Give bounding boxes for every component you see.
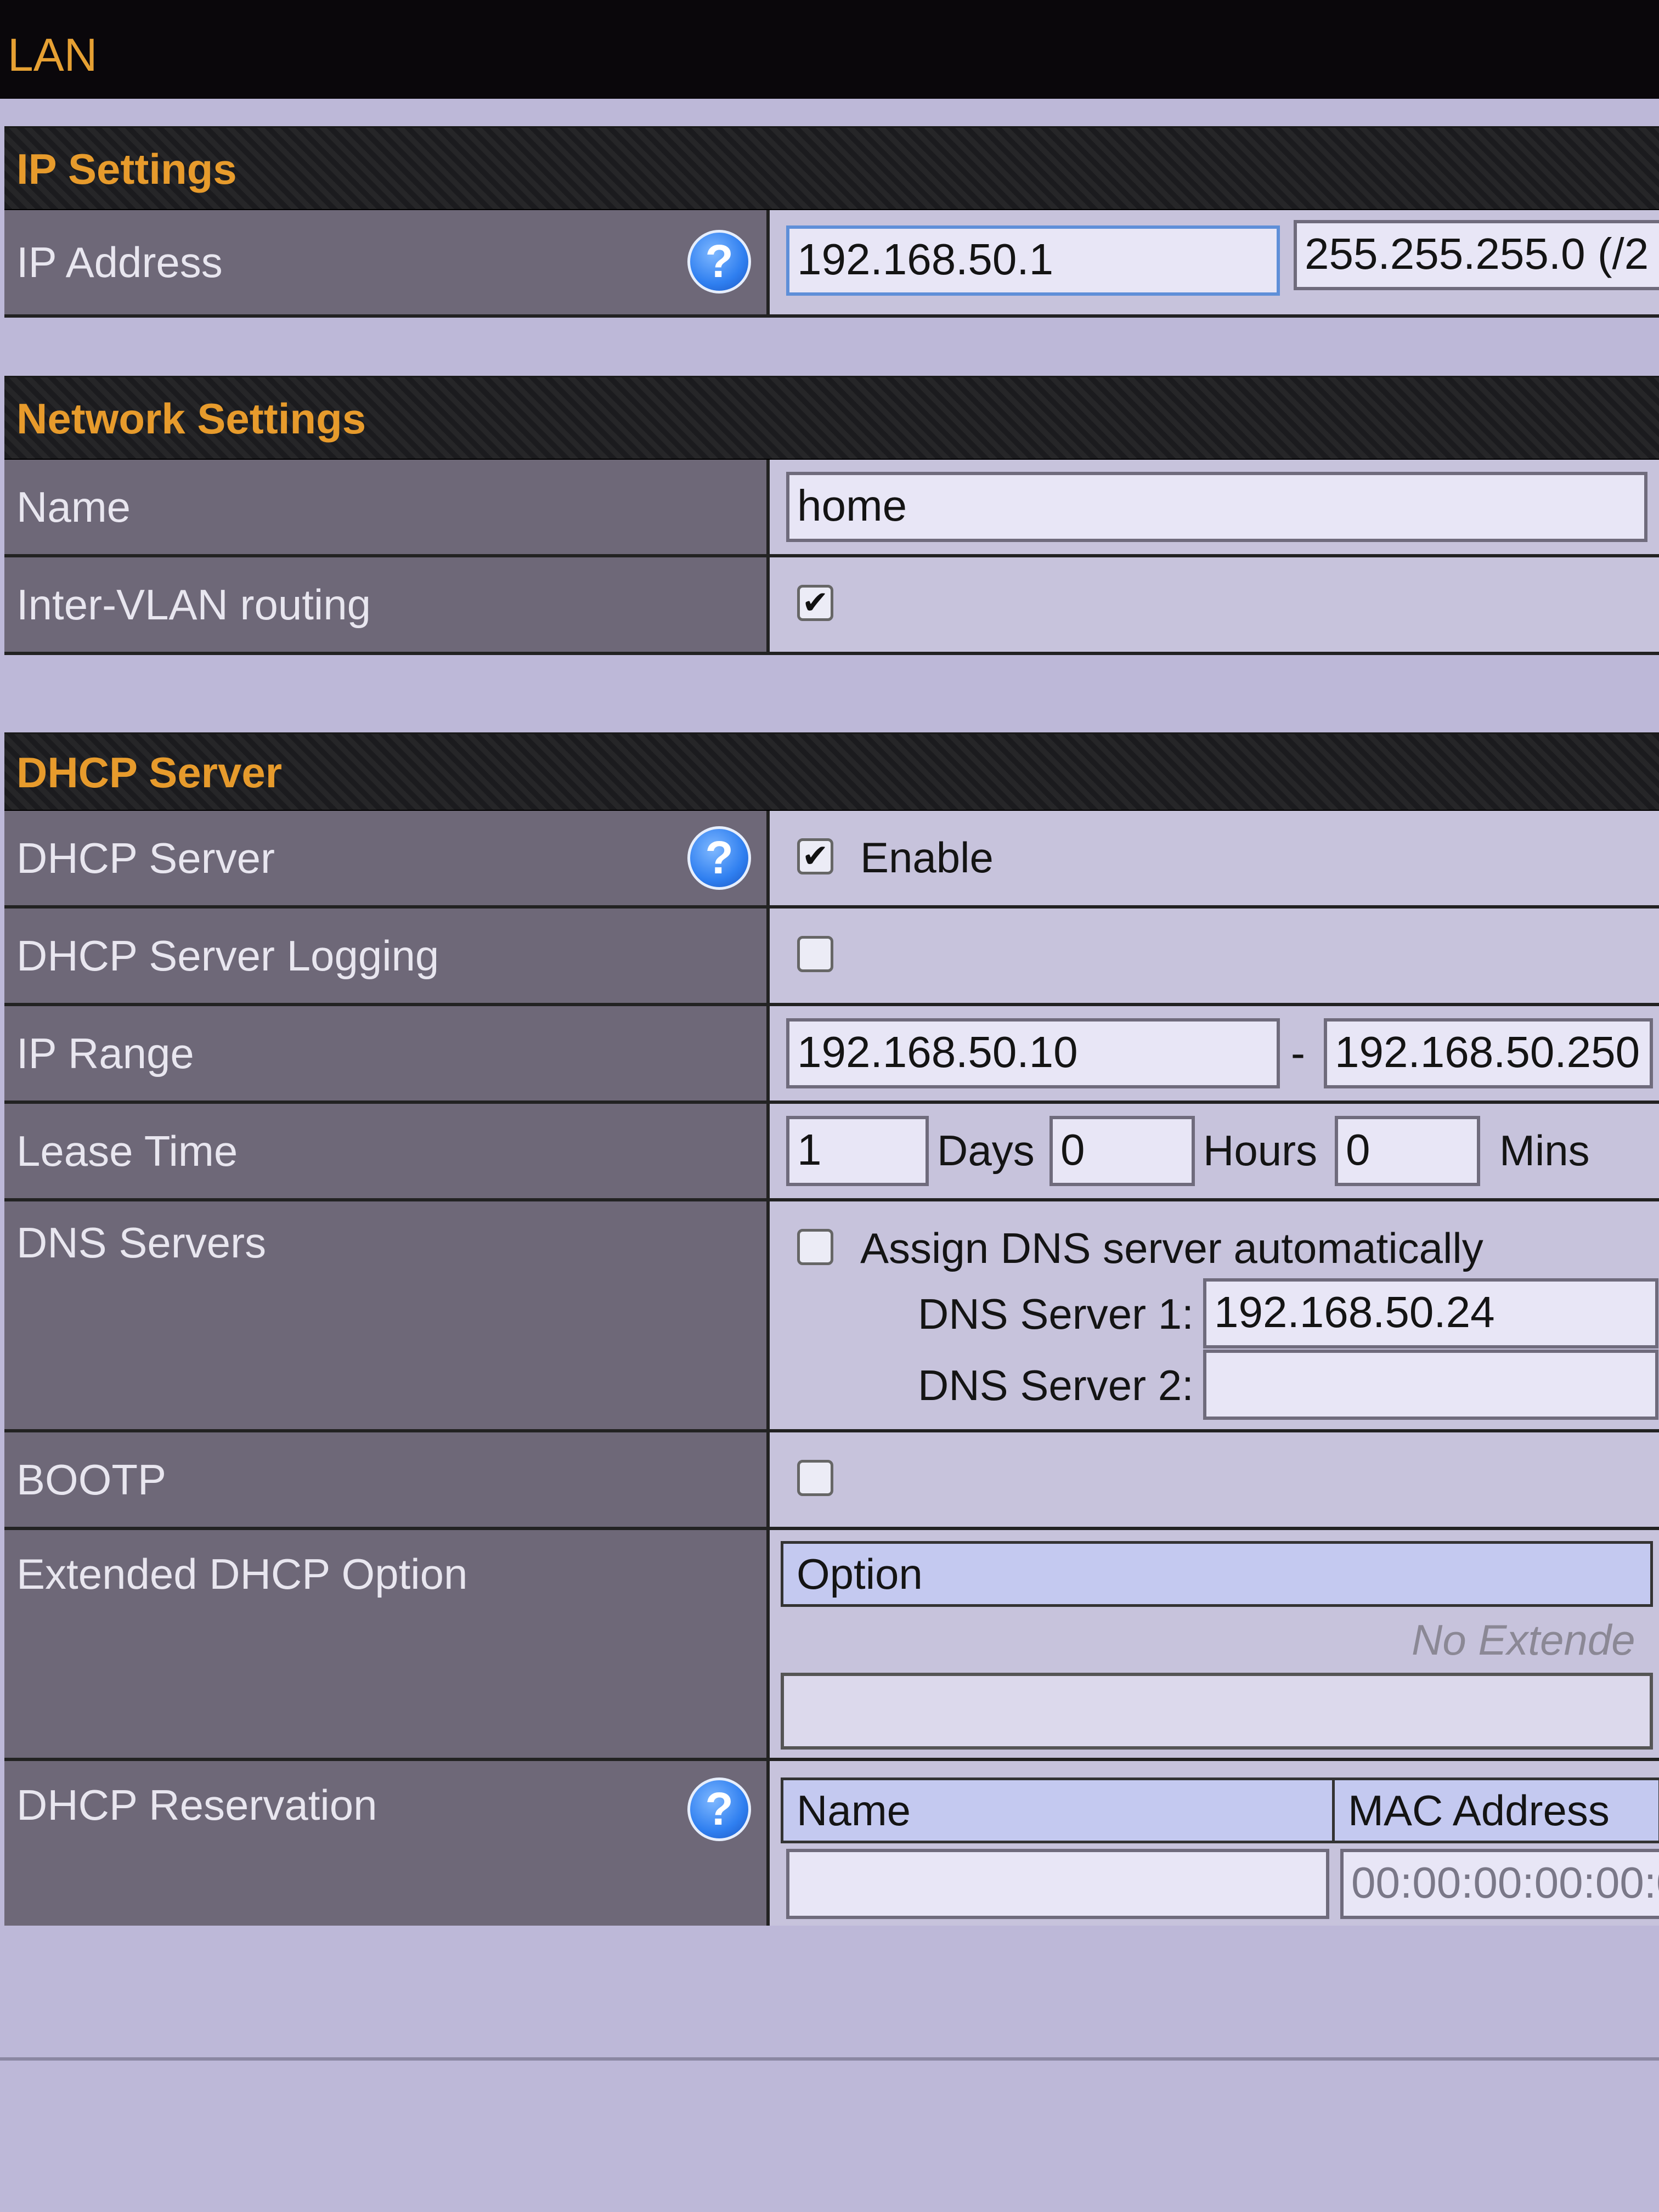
dhcp-logging-label: DHCP Server Logging bbox=[16, 932, 439, 980]
inter-vlan-label: Inter-VLAN routing bbox=[16, 580, 371, 629]
ip-address-value-cell: 192.168.50.1 255.255.255.0 (/2 bbox=[770, 210, 1659, 314]
bootp-label-cell: BOOTP bbox=[4, 1432, 770, 1527]
reservation-mac-input[interactable]: 00:00:00:00:00:0 bbox=[1340, 1849, 1659, 1919]
ip-range-start-input[interactable]: 192.168.50.10 bbox=[786, 1018, 1280, 1088]
lease-mins-input[interactable]: 0 bbox=[1335, 1116, 1480, 1186]
dns-server2-input[interactable] bbox=[1203, 1350, 1658, 1420]
network-settings-title: Network Settings bbox=[4, 377, 1659, 460]
dns-servers-value-cell: Assign DNS server automatically DNS Serv… bbox=[770, 1201, 1659, 1429]
bootp-checkbox[interactable] bbox=[797, 1460, 833, 1496]
network-settings-section: Network Settings Name home Inter-VLAN ro… bbox=[4, 376, 1659, 655]
ip-range-row: IP Range 192.168.50.10 - 192.168.50.250 bbox=[4, 1006, 1659, 1104]
dhcp-logging-label-cell: DHCP Server Logging bbox=[4, 909, 770, 1003]
bootp-value-cell bbox=[770, 1432, 1659, 1527]
extended-dhcp-row: Extended DHCP Option Option No Extende bbox=[4, 1530, 1659, 1761]
name-label: Name bbox=[16, 483, 131, 531]
ip-range-label: IP Range bbox=[16, 1029, 194, 1077]
dns-auto-label: Assign DNS server automatically bbox=[860, 1224, 1483, 1272]
dhcp-server-label: DHCP Server bbox=[16, 834, 275, 882]
help-icon[interactable]: ? bbox=[687, 826, 751, 890]
bootp-row: BOOTP bbox=[4, 1432, 1659, 1530]
extended-option-column-header: Option bbox=[781, 1541, 1653, 1607]
checkmark-icon: ✔ bbox=[802, 838, 829, 874]
page-header: LAN bbox=[0, 0, 1659, 99]
dns-servers-label-cell: DNS Servers bbox=[4, 1201, 770, 1429]
name-input[interactable]: home bbox=[786, 472, 1647, 542]
lease-hours-input[interactable]: 0 bbox=[1049, 1116, 1195, 1186]
help-icon[interactable]: ? bbox=[687, 230, 751, 294]
dhcp-logging-checkbox[interactable] bbox=[797, 936, 833, 972]
reservation-mac-column-header: MAC Address bbox=[1332, 1778, 1659, 1843]
inter-vlan-row: Inter-VLAN routing ✔ bbox=[4, 557, 1659, 655]
dns-server1-input[interactable]: 192.168.50.24 bbox=[1203, 1278, 1658, 1348]
inter-vlan-checkbox[interactable]: ✔ bbox=[797, 585, 833, 621]
dhcp-section: DHCP Server DHCP Server ? ✔ Enable DHCP … bbox=[4, 732, 1659, 1926]
ip-address-input[interactable]: 192.168.50.1 bbox=[786, 225, 1280, 296]
dns-server2-label: DNS Server 2: bbox=[918, 1361, 1194, 1409]
dhcp-logging-row: DHCP Server Logging bbox=[4, 909, 1659, 1006]
dns-servers-row: DNS Servers Assign DNS server automatica… bbox=[4, 1201, 1659, 1432]
checkmark-icon: ✔ bbox=[802, 585, 829, 620]
dhcp-reservation-value-cell: Name MAC Address 00:00:00:00:00:0 bbox=[770, 1761, 1659, 1926]
dhcp-enable-label: Enable bbox=[860, 833, 994, 882]
bootp-label: BOOTP bbox=[16, 1455, 167, 1504]
extended-dhcp-value-cell: Option No Extende bbox=[770, 1530, 1659, 1758]
lease-time-label-cell: Lease Time bbox=[4, 1104, 770, 1198]
dhcp-logging-value-cell bbox=[770, 909, 1659, 1003]
extended-dhcp-label: Extended DHCP Option bbox=[16, 1550, 468, 1598]
subnet-mask-select[interactable]: 255.255.255.0 (/2 bbox=[1294, 220, 1659, 290]
reservation-name-column-header: Name bbox=[781, 1778, 1335, 1843]
dhcp-enable-checkbox[interactable]: ✔ bbox=[797, 838, 833, 874]
dns-servers-label: DNS Servers bbox=[16, 1218, 267, 1267]
dhcp-title: DHCP Server bbox=[4, 734, 1659, 811]
lease-mins-label: Mins bbox=[1499, 1126, 1590, 1175]
ip-address-label-cell: IP Address ? bbox=[4, 210, 770, 314]
ip-settings-title: IP Settings bbox=[4, 128, 1659, 210]
footer-divider bbox=[0, 2057, 1659, 2061]
dhcp-server-row: DHCP Server ? ✔ Enable bbox=[4, 811, 1659, 909]
dhcp-reservation-row: DHCP Reservation ? Name MAC Address 00:0… bbox=[4, 1761, 1659, 1926]
lease-time-label: Lease Time bbox=[16, 1127, 238, 1175]
inter-vlan-value-cell: ✔ bbox=[770, 557, 1659, 652]
ip-address-row: IP Address ? 192.168.50.1 255.255.255.0 … bbox=[4, 210, 1659, 318]
lease-days-input[interactable]: 1 bbox=[786, 1116, 929, 1186]
reservation-name-input[interactable] bbox=[786, 1849, 1329, 1919]
lease-time-row: Lease Time 1 Days 0 Hours 0 Mins bbox=[4, 1104, 1659, 1201]
help-icon[interactable]: ? bbox=[687, 1778, 751, 1841]
extended-option-add-row bbox=[781, 1673, 1653, 1750]
dhcp-server-value-cell: ✔ Enable bbox=[770, 811, 1659, 905]
name-row: Name home bbox=[4, 460, 1659, 557]
ip-settings-section: IP Settings IP Address ? 192.168.50.1 25… bbox=[4, 126, 1659, 318]
no-extended-options-text: No Extende bbox=[1412, 1616, 1635, 1664]
ip-range-separator: - bbox=[1291, 1029, 1305, 1077]
dhcp-reservation-label: DHCP Reservation bbox=[16, 1781, 377, 1829]
name-value-cell: home bbox=[770, 460, 1659, 554]
dns-auto-checkbox[interactable] bbox=[797, 1229, 833, 1265]
page-title: LAN bbox=[8, 29, 98, 81]
ip-range-label-cell: IP Range bbox=[4, 1006, 770, 1101]
lease-days-label: Days bbox=[937, 1126, 1035, 1175]
extended-dhcp-label-cell: Extended DHCP Option bbox=[4, 1530, 770, 1758]
name-label-cell: Name bbox=[4, 460, 770, 554]
dhcp-reservation-label-cell: DHCP Reservation ? bbox=[4, 1761, 770, 1926]
lease-time-value-cell: 1 Days 0 Hours 0 Mins bbox=[770, 1104, 1659, 1198]
dns-server1-label: DNS Server 1: bbox=[918, 1290, 1194, 1338]
inter-vlan-label-cell: Inter-VLAN routing bbox=[4, 557, 770, 652]
ip-range-value-cell: 192.168.50.10 - 192.168.50.250 bbox=[770, 1006, 1659, 1101]
lease-hours-label: Hours bbox=[1203, 1126, 1318, 1175]
dhcp-server-label-cell: DHCP Server ? bbox=[4, 811, 770, 905]
ip-range-end-input[interactable]: 192.168.50.250 bbox=[1324, 1018, 1653, 1088]
ip-address-label: IP Address bbox=[16, 238, 223, 286]
